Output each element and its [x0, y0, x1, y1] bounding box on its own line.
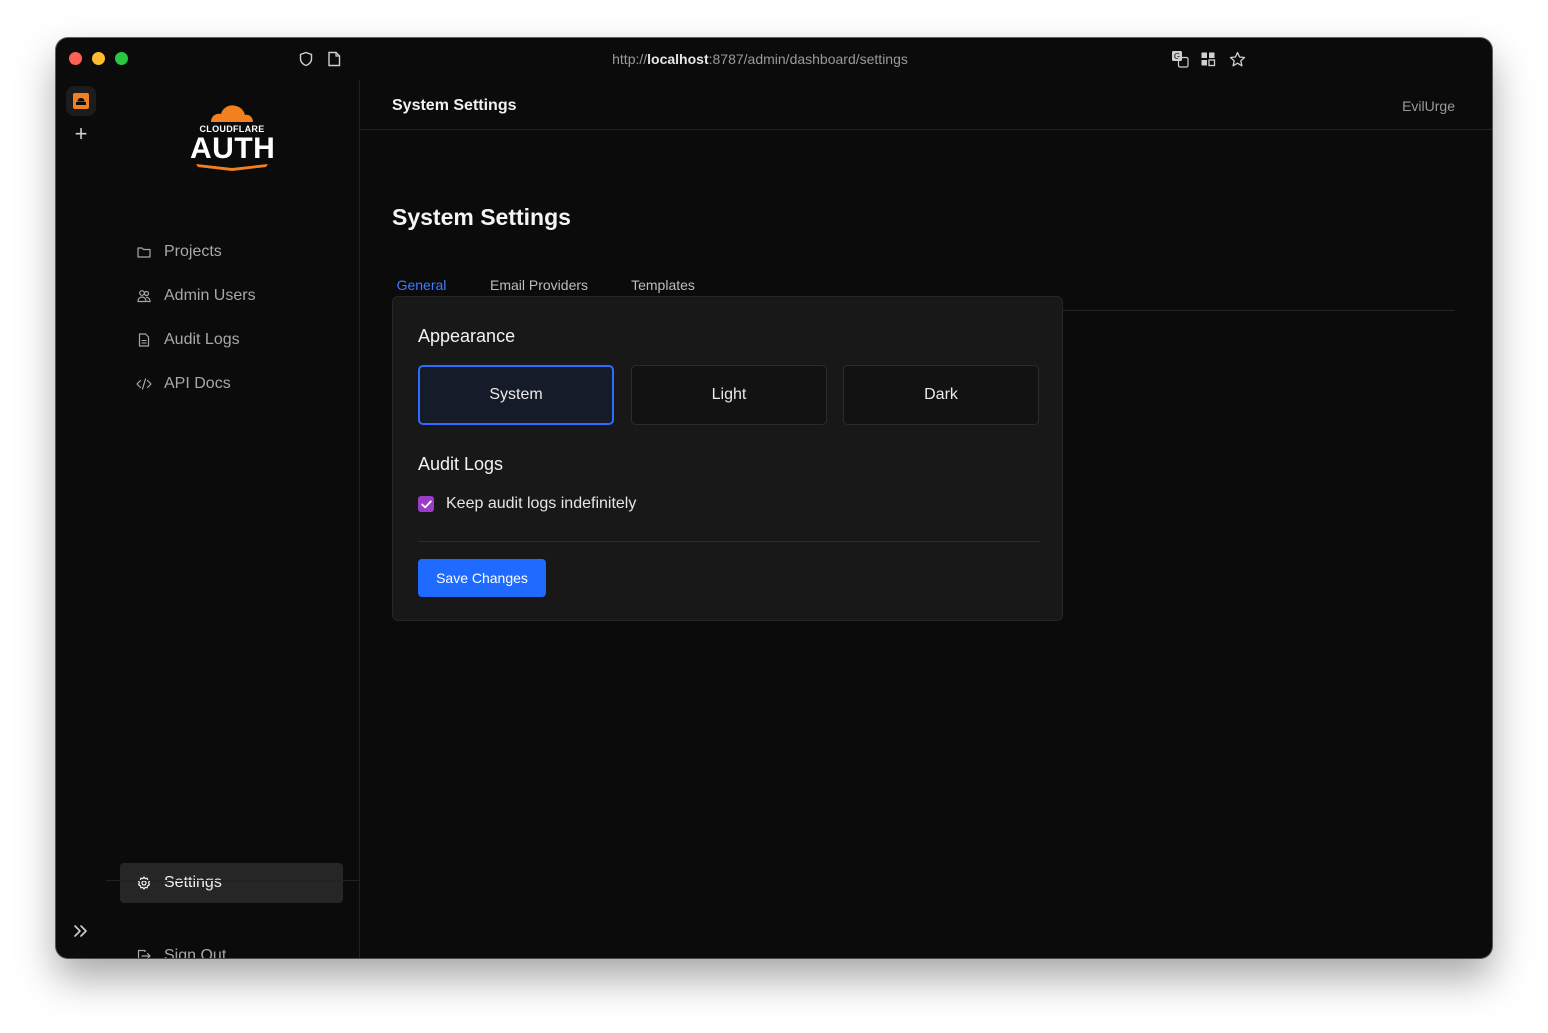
sidebar-item-projects[interactable]: Projects	[120, 232, 343, 272]
star-icon[interactable]	[1227, 49, 1247, 69]
browser-side-rail: +	[56, 80, 106, 958]
sidebar: CLOUDFLARE AUTH Projects Admin Users Aud…	[106, 80, 360, 958]
sidebar-item-label: Admin Users	[164, 287, 256, 304]
sidebar-item-label: Audit Logs	[164, 331, 240, 348]
browser-window: http://localhost:8787/admin/dashboard/se…	[56, 38, 1492, 958]
address-bar[interactable]: http://localhost:8787/admin/dashboard/se…	[56, 51, 1464, 67]
keep-audit-logs-label: Keep audit logs indefinitely	[446, 495, 637, 512]
checkmark-icon	[420, 500, 432, 508]
sidebar-item-label: API Docs	[164, 375, 231, 392]
browser-titlebar: http://localhost:8787/admin/dashboard/se…	[56, 38, 1492, 80]
main-content: System Settings EvilUrge System Settings…	[360, 80, 1492, 958]
folder-icon	[136, 244, 152, 260]
theme-option-system[interactable]: System	[418, 365, 614, 425]
grid-icon[interactable]	[1198, 49, 1218, 69]
theme-option-dark[interactable]: Dark	[843, 365, 1039, 425]
card-divider	[418, 541, 1040, 542]
cloudflare-auth-logo[interactable]: CLOUDFLARE AUTH	[190, 104, 276, 172]
translate-icon[interactable]: G	[1170, 49, 1190, 69]
sidebar-divider	[106, 880, 359, 881]
logo-auth-text: AUTH	[190, 132, 276, 165]
sidebar-item-label: Projects	[164, 243, 222, 260]
keep-audit-logs-checkbox[interactable]	[418, 496, 434, 512]
sidebar-item-api-docs[interactable]: API Docs	[120, 364, 343, 404]
sidebar-item-label: Settings	[164, 874, 222, 891]
pinned-app-tab[interactable]	[66, 86, 96, 116]
audit-logs-heading: Audit Logs	[418, 454, 504, 474]
current-user-name[interactable]: EvilUrge	[1402, 98, 1455, 114]
sign-out-button[interactable]: Sign Out	[120, 936, 343, 958]
code-icon	[136, 376, 152, 392]
sidebar-item-admin-users[interactable]: Admin Users	[120, 276, 343, 316]
file-text-icon	[136, 332, 152, 348]
keep-audit-logs-row[interactable]: Keep audit logs indefinitely	[418, 495, 636, 513]
url-host: localhost	[647, 51, 709, 67]
general-settings-card: Appearance System Light Dark Audit Logs …	[392, 296, 1063, 621]
sidebar-item-audit-logs[interactable]: Audit Logs	[120, 320, 343, 360]
gear-icon	[136, 875, 152, 891]
theme-option-light[interactable]: Light	[631, 365, 827, 425]
users-icon	[136, 288, 152, 304]
url-prefix: http://	[612, 51, 648, 67]
top-header: System Settings EvilUrge	[360, 80, 1492, 130]
appearance-heading: Appearance	[418, 326, 516, 346]
sign-out-label: Sign Out	[164, 947, 227, 958]
expand-sidebar-icon[interactable]	[70, 920, 92, 942]
sidebar-item-settings[interactable]: Settings	[120, 863, 343, 903]
url-path: :8787/admin/dashboard/settings	[708, 51, 908, 67]
page-title: System Settings	[392, 204, 571, 230]
new-tab-plus-icon[interactable]: +	[71, 123, 91, 145]
app-favicon-icon	[73, 93, 89, 109]
svg-text:G: G	[1174, 52, 1180, 61]
save-changes-button[interactable]: Save Changes	[418, 559, 546, 597]
header-title: System Settings	[392, 97, 517, 114]
sign-out-icon	[136, 948, 152, 958]
